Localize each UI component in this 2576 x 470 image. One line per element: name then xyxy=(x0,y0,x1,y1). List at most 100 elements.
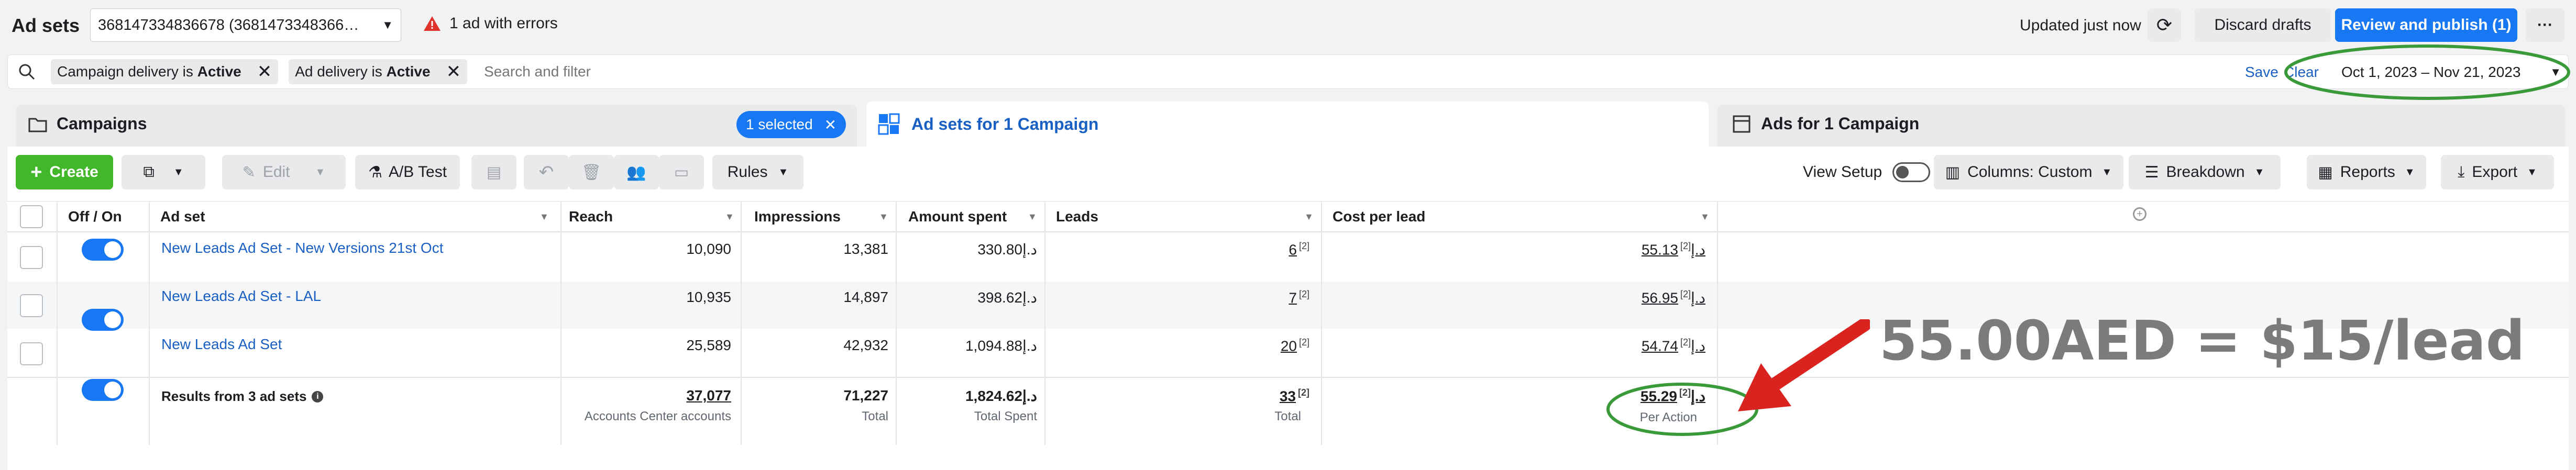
columns-label: Columns: Custom xyxy=(1967,163,2093,181)
chevron-down-icon: ▼ xyxy=(2527,166,2537,178)
row-checkbox[interactable] xyxy=(20,342,43,365)
total-impressions: 71,227 xyxy=(843,387,888,404)
adset-name-link[interactable]: New Leads Ad Set - LAL xyxy=(161,288,321,305)
breakdown-button[interactable]: ☰ Breakdown ▼ xyxy=(2129,155,2281,189)
top-bar: Ad sets 368147334836678 (368147334836678… xyxy=(0,0,2576,50)
audience-button[interactable]: 👥 xyxy=(614,155,659,189)
people-icon: 👥 xyxy=(626,163,646,181)
search-input[interactable] xyxy=(483,63,1743,81)
col-header-adset[interactable]: Ad set xyxy=(160,208,205,225)
cpl-number: 56.95د.إ xyxy=(1641,289,1705,306)
columns-button[interactable]: ▥ Columns: Custom ▼ xyxy=(1934,155,2123,189)
tab-campaigns-label: Campaigns xyxy=(57,114,147,133)
tab-campaigns[interactable]: Campaigns 1 selected ✕ xyxy=(16,105,857,147)
grid-icon xyxy=(878,113,900,135)
chevron-down-icon: ▼ xyxy=(315,166,326,178)
row-checkbox[interactable] xyxy=(20,246,43,269)
sort-icon[interactable]: ▼ xyxy=(879,211,888,222)
leads-number: 7 xyxy=(1289,289,1297,306)
spent-value: 1,094.88د.إ xyxy=(965,338,1037,354)
sort-icon[interactable]: ▼ xyxy=(725,211,734,222)
tab-ads-label: Ads for 1 Campaign xyxy=(1761,114,1920,133)
col-header-amount-spent[interactable]: Amount spent xyxy=(908,208,1007,225)
delete-button[interactable]: 🗑 xyxy=(569,155,614,189)
col-header-cost-per-lead[interactable]: Cost per lead xyxy=(1333,208,1425,225)
save-link[interactable]: Save xyxy=(2245,64,2278,81)
leads-value: 7 [2] xyxy=(1053,289,1309,306)
rules-button[interactable]: Rules ▼ xyxy=(712,155,803,189)
updated-status: Updated just now xyxy=(2020,17,2141,34)
selected-badge[interactable]: 1 selected ✕ xyxy=(736,111,846,138)
cpl-value: 56.95د.إ[2] xyxy=(1330,289,1705,306)
tab-adsets[interactable]: Ad sets for 1 Campaign xyxy=(866,102,1709,149)
row-toggle[interactable] xyxy=(82,239,124,261)
close-icon[interactable]: ✕ xyxy=(446,61,461,82)
reach-value: 10,090 xyxy=(686,241,731,257)
filter-chip-value: Active xyxy=(386,63,431,80)
sort-icon[interactable]: ▼ xyxy=(1028,211,1037,222)
adset-name-link[interactable]: New Leads Ad Set xyxy=(161,336,282,353)
select-all-checkbox[interactable] xyxy=(20,205,43,228)
review-publish-button[interactable]: Review and publish (1) xyxy=(2335,8,2517,42)
clipboard-button[interactable]: ▤ xyxy=(471,155,516,189)
plus-icon: + xyxy=(30,161,42,183)
cpl-number: 55.13د.إ xyxy=(1641,241,1705,258)
col-header-off-on[interactable]: Off / On xyxy=(68,208,122,225)
chevron-down-icon: ▼ xyxy=(2404,166,2415,178)
spent-value: 330.80د.إ xyxy=(977,241,1037,258)
col-header-impressions[interactable]: Impressions xyxy=(754,208,841,225)
account-select-value: 368147334836678 (368147334836678) xyxy=(98,16,365,33)
totals-label-text: Results from 3 ad sets xyxy=(161,388,307,404)
export-button[interactable]: ⤓ Export ▼ xyxy=(2441,155,2554,189)
sort-icon[interactable]: ▼ xyxy=(1304,211,1314,222)
add-column-icon[interactable]: + xyxy=(2133,207,2146,221)
chevron-down-icon: ▼ xyxy=(2254,166,2265,178)
edit-button[interactable]: ✎ Edit ▼ xyxy=(222,155,346,189)
duplicate-button[interactable]: ⧉ ▼ xyxy=(122,155,205,189)
more-options-button[interactable]: ··· xyxy=(2526,8,2564,42)
refresh-icon: ⟳ xyxy=(2156,14,2173,36)
close-icon[interactable]: ✕ xyxy=(257,61,272,82)
leads-value: 6 [2] xyxy=(1053,241,1309,258)
tab-ads[interactable]: Ads for 1 Campaign xyxy=(1717,105,2566,147)
view-setup[interactable]: View Setup xyxy=(1803,162,1931,182)
row-toggle[interactable] xyxy=(82,379,124,401)
cpl-number: 54.74د.إ xyxy=(1641,338,1705,354)
error-text: 1 ad with errors xyxy=(449,15,558,32)
clipboard-icon: ▤ xyxy=(486,163,502,181)
filter-chip-campaign-delivery[interactable]: Campaign delivery is Active ✕ xyxy=(51,59,279,84)
col-header-leads[interactable]: Leads xyxy=(1056,208,1098,225)
account-select[interactable]: 368147334836678 (368147334836678) ▼ xyxy=(90,8,401,42)
col-header-reach[interactable]: Reach xyxy=(569,208,613,225)
row-checkbox[interactable] xyxy=(20,294,43,317)
footnote: [2] xyxy=(1298,337,1309,348)
ab-test-button[interactable]: ⚗ A/B Test xyxy=(355,155,460,189)
create-label: Create xyxy=(49,163,98,181)
filter-chip-ad-delivery[interactable]: Ad delivery is Active ✕ xyxy=(289,59,468,84)
footnote: [2] xyxy=(1680,337,1691,348)
spent-value: 398.62د.إ xyxy=(977,289,1037,306)
impressions-value: 13,381 xyxy=(843,241,888,257)
undo-button[interactable]: ↶ xyxy=(524,155,569,189)
footnote: [2] xyxy=(1298,289,1309,299)
flask-icon: ⚗ xyxy=(368,163,382,181)
undo-icon: ↶ xyxy=(538,162,554,182)
adset-name-link[interactable]: New Leads Ad Set - New Versions 21st Oct xyxy=(161,240,443,256)
discard-drafts-button[interactable]: Discard drafts xyxy=(2195,8,2331,42)
row-toggle[interactable] xyxy=(82,309,124,331)
view-setup-toggle[interactable] xyxy=(1892,162,1931,182)
sort-icon[interactable]: ▼ xyxy=(540,211,549,222)
highlight-circle-date xyxy=(2284,44,2570,100)
preview-button[interactable]: ▭ xyxy=(659,155,704,189)
create-button[interactable]: + Create xyxy=(16,155,113,189)
close-icon[interactable]: ✕ xyxy=(824,116,836,133)
sort-icon[interactable]: ▼ xyxy=(1700,211,1710,222)
info-icon[interactable]: i xyxy=(312,390,324,402)
toggle-knob xyxy=(1896,166,1909,178)
red-arrow xyxy=(1738,319,1870,411)
reports-button[interactable]: ▦ Reports ▼ xyxy=(2307,155,2426,189)
refresh-button[interactable]: ⟳ xyxy=(2148,8,2181,42)
footnote: [2] xyxy=(1680,289,1691,299)
error-indicator[interactable]: 1 ad with errors xyxy=(423,15,558,32)
edit-label: Edit xyxy=(262,163,290,181)
